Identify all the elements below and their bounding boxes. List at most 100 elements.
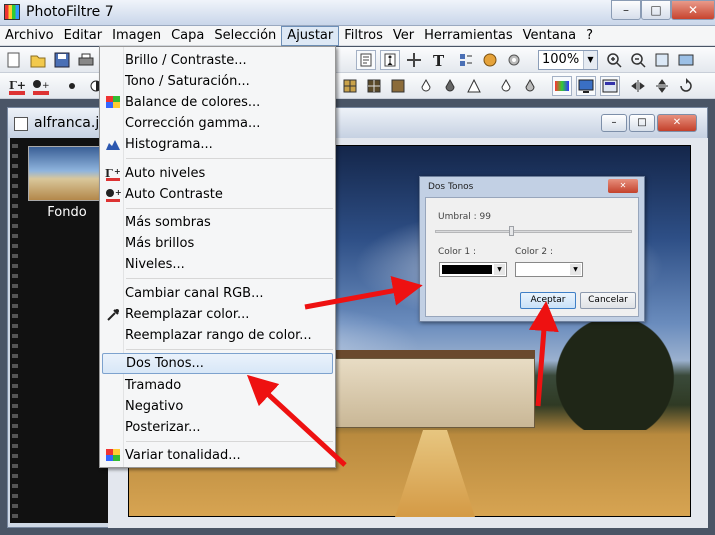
minimize-button[interactable]: – xyxy=(611,0,641,20)
menu-item-histograma[interactable]: Histograma... xyxy=(102,134,333,155)
dialog-close-button[interactable]: ✕ xyxy=(608,179,638,193)
menu-item-label: Brillo / Contraste... xyxy=(125,53,247,68)
menu-item-auto-niveles[interactable]: Γ + Auto niveles xyxy=(102,163,333,184)
svg-text:Γ+: Γ+ xyxy=(9,79,26,92)
close-button[interactable]: ✕ xyxy=(671,0,715,20)
umbral-slider-thumb[interactable] xyxy=(509,226,515,236)
auto-levels-icon: Γ + xyxy=(105,166,121,181)
transform-icon[interactable] xyxy=(356,50,376,70)
color1-label: Color 1 : xyxy=(438,247,476,257)
menu-capa[interactable]: Capa xyxy=(166,26,209,46)
menu-imagen[interactable]: Imagen xyxy=(107,26,166,46)
grid-filter-icon[interactable] xyxy=(340,76,360,96)
save-icon[interactable] xyxy=(52,50,72,70)
fit-window-icon[interactable] xyxy=(652,50,672,70)
zoom-in-icon[interactable] xyxy=(604,50,624,70)
menu-item-label: Más brillos xyxy=(125,236,195,251)
menu-item-tono-saturacion[interactable]: Tono / Saturación... xyxy=(102,71,333,92)
fullscreen-icon[interactable] xyxy=(676,50,696,70)
maximize-button[interactable]: □ xyxy=(641,0,671,20)
color-balance-icon xyxy=(105,95,121,110)
menu-item-reemplazar-rango-color[interactable]: Reemplazar rango de color... xyxy=(102,325,333,346)
svg-text:+: + xyxy=(114,167,121,176)
auto-contrast-icon: + xyxy=(105,187,122,202)
menu-item-mas-brillos[interactable]: Más brillos xyxy=(102,233,333,254)
cancel-button[interactable]: Cancelar xyxy=(580,292,636,309)
triangle-icon[interactable] xyxy=(464,76,484,96)
menu-help[interactable]: ? xyxy=(581,26,598,46)
zoom-select[interactable]: 100% ▼ xyxy=(538,50,598,70)
menu-item-tramado[interactable]: Tramado xyxy=(102,375,333,396)
menu-item-label: Variar tonalidad... xyxy=(125,448,241,463)
auto-contrast-icon[interactable]: + xyxy=(30,76,50,96)
brightness-icon[interactable] xyxy=(62,76,82,96)
mosaic-filter-icon[interactable] xyxy=(364,76,384,96)
monitor-icon[interactable] xyxy=(576,76,596,96)
menu-item-brillo-contraste[interactable]: Brillo / Contraste... xyxy=(102,50,333,71)
menu-ventana[interactable]: Ventana xyxy=(518,26,581,46)
menu-filtros[interactable]: Filtros xyxy=(339,26,388,46)
layer-thumbnail[interactable] xyxy=(28,146,106,201)
doc-maximize-button[interactable]: □ xyxy=(629,114,655,132)
menu-item-auto-contraste[interactable]: + Auto Contraste xyxy=(102,184,333,205)
move-icon[interactable] xyxy=(404,50,424,70)
drop-medium-icon[interactable] xyxy=(520,76,540,96)
accept-button[interactable]: Aceptar xyxy=(520,292,576,309)
layer-filmstrip: Fondo xyxy=(10,138,118,523)
menu-item-label: Histograma... xyxy=(125,137,213,152)
drop-dark-icon[interactable] xyxy=(440,76,460,96)
open-folder-icon[interactable] xyxy=(28,50,48,70)
menu-item-cambiar-canal-rgb[interactable]: Cambiar canal RGB... xyxy=(102,283,333,304)
menu-item-niveles[interactable]: Niveles... xyxy=(102,254,333,275)
menu-editar[interactable]: Editar xyxy=(59,26,108,46)
menu-item-negativo[interactable]: Negativo xyxy=(102,396,333,417)
rotate-icon[interactable] xyxy=(676,76,696,96)
menu-item-dos-tonos[interactable]: Dos Tonos... xyxy=(102,353,333,374)
menu-item-mas-sombras[interactable]: Más sombras xyxy=(102,212,333,233)
zoom-out-icon[interactable] xyxy=(628,50,648,70)
menu-herramientas[interactable]: Herramientas xyxy=(419,26,518,46)
color-picker-icon[interactable] xyxy=(600,76,620,96)
color1-swatch xyxy=(442,265,492,274)
menu-item-label: Auto niveles xyxy=(125,166,206,181)
drop-icon[interactable] xyxy=(416,76,436,96)
menu-item-label: Negativo xyxy=(125,399,184,414)
menu-item-reemplazar-color[interactable]: Reemplazar color... xyxy=(102,304,333,325)
chevron-down-icon[interactable]: ▼ xyxy=(583,51,597,69)
plugins-icon[interactable] xyxy=(480,50,500,70)
menu-item-label: Tramado xyxy=(125,378,182,393)
menu-item-label: Cambiar canal RGB... xyxy=(125,286,264,301)
menu-seleccion[interactable]: Selección xyxy=(209,26,281,46)
layers-icon[interactable] xyxy=(456,50,476,70)
svg-text:+: + xyxy=(42,81,50,91)
flip-vertical-icon[interactable] xyxy=(652,76,672,96)
rgb-icon[interactable] xyxy=(552,76,572,96)
doc-minimize-button[interactable]: – xyxy=(601,114,627,132)
menu-item-variar-tonalidad[interactable]: Variar tonalidad... xyxy=(102,445,333,466)
chevron-down-icon[interactable]: ▼ xyxy=(494,264,505,275)
text-icon[interactable]: T xyxy=(428,50,448,70)
menu-item-label: Tono / Saturación... xyxy=(125,74,250,89)
flip-horizontal-icon[interactable] xyxy=(628,76,648,96)
document-window-controls: – □ ✕ xyxy=(601,114,697,132)
umbral-slider-track[interactable] xyxy=(435,230,632,233)
color2-select[interactable]: ▼ xyxy=(515,262,583,277)
menu-item-balance-colores[interactable]: Balance de colores... xyxy=(102,92,333,113)
menu-item-posterizar[interactable]: Posterizar... xyxy=(102,417,333,438)
walk-figure-icon[interactable] xyxy=(380,50,400,70)
gear-icon[interactable] xyxy=(504,50,524,70)
film-holes-left xyxy=(12,138,18,523)
print-icon[interactable] xyxy=(76,50,96,70)
menu-item-correccion-gamma[interactable]: Corrección gamma... xyxy=(102,113,333,134)
menu-archivo[interactable]: Archivo xyxy=(0,26,59,46)
svg-text:+: + xyxy=(115,188,121,197)
doc-close-button[interactable]: ✕ xyxy=(657,114,697,132)
tile-filter-icon[interactable] xyxy=(388,76,408,96)
chevron-down-icon[interactable]: ▼ xyxy=(570,264,581,275)
color1-select[interactable]: ▼ xyxy=(439,262,507,277)
drop-light-icon[interactable] xyxy=(496,76,516,96)
auto-levels-icon[interactable]: Γ+ xyxy=(6,76,26,96)
menu-ver[interactable]: Ver xyxy=(388,26,419,46)
new-file-icon[interactable] xyxy=(4,50,24,70)
menu-ajustar[interactable]: Ajustar xyxy=(281,25,340,46)
